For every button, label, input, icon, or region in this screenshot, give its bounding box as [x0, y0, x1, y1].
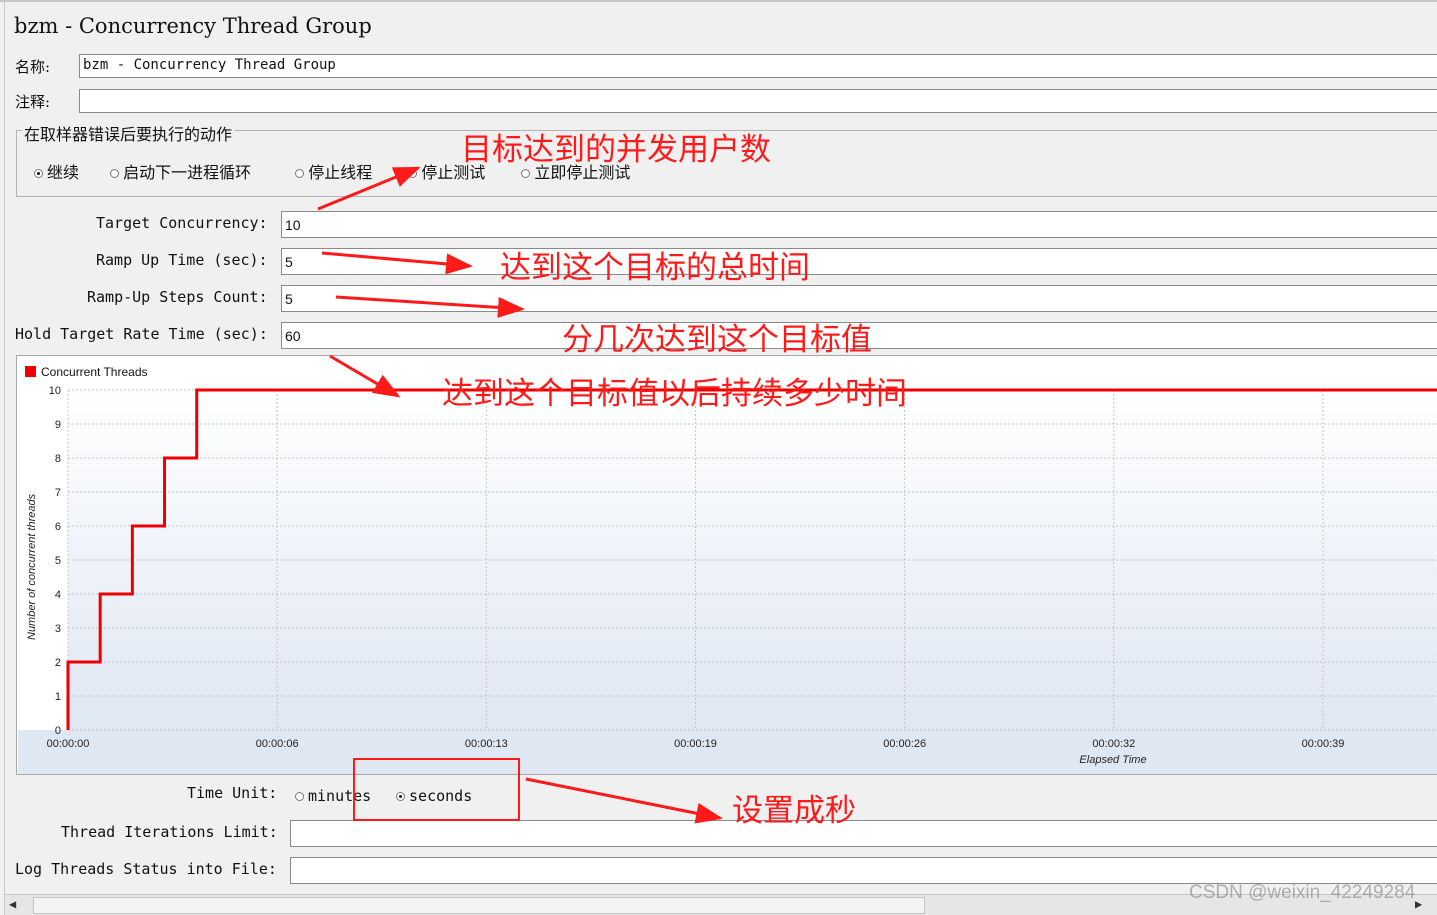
annotation-hold-time: 达到这个目标值以后持续多少时间 — [442, 376, 907, 412]
seconds-highlight-box — [353, 758, 520, 821]
arrow-time-unit — [525, 777, 723, 824]
arrow-hold-time — [329, 354, 401, 398]
annotation-time-unit: 设置成秒 — [732, 793, 856, 829]
arrow-ramp-up-steps — [335, 295, 525, 318]
annotation-ramp-up-time: 达到这个目标的总时间 — [500, 250, 810, 286]
arrow-ramp-up-time — [321, 251, 473, 275]
annotation-ramp-up-steps: 分几次达到这个目标值 — [562, 322, 872, 358]
arrow-target-concurrency — [317, 166, 421, 211]
annotation-target-concurrency: 目标达到的并发用户数 — [461, 132, 771, 168]
